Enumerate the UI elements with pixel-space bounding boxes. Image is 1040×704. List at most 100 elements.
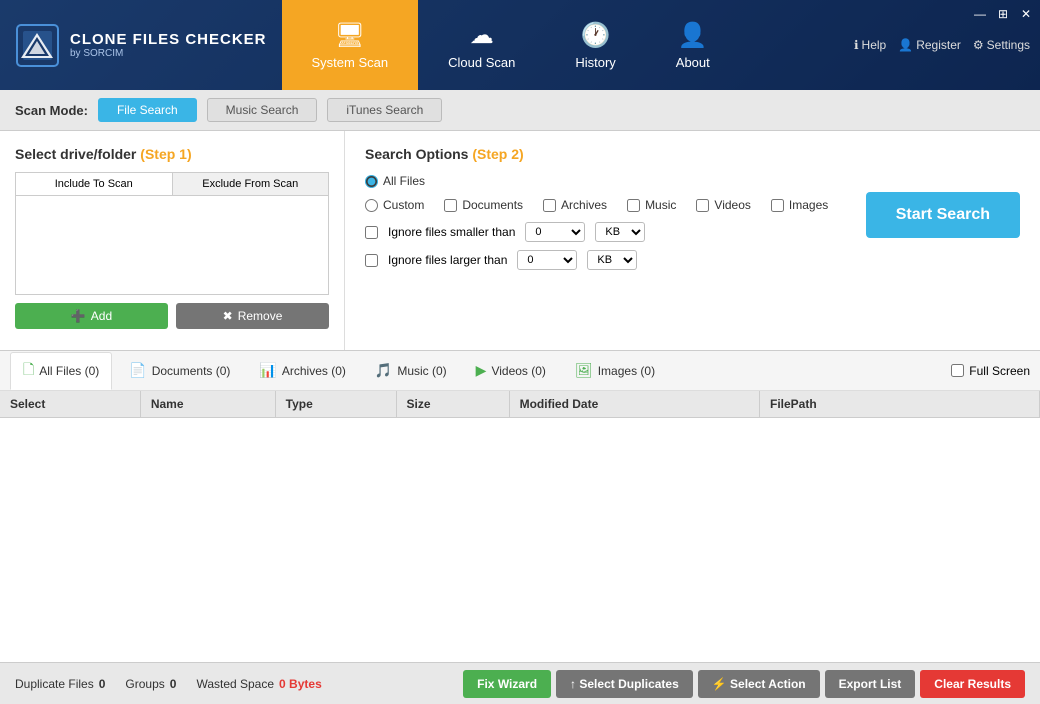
register-label: Register — [916, 38, 961, 52]
all-files-radio[interactable] — [365, 175, 378, 188]
custom-radio[interactable] — [365, 199, 378, 212]
result-tab-images[interactable]: 🖼 Images (0) — [563, 356, 667, 385]
nav-tabs: 🖥 System Scan ☁ Cloud Scan 🕐 History 👤 A… — [282, 0, 854, 90]
col-modified: Modified Date — [509, 391, 759, 418]
select-action-button[interactable]: ⚡ Select Action — [698, 670, 820, 698]
result-tab-archives-label: Archives (0) — [282, 364, 346, 378]
filter-larger-checkbox[interactable] — [365, 254, 378, 267]
register-link[interactable]: 👤 Register — [898, 38, 961, 52]
nav-tab-cloud-scan[interactable]: ☁ Cloud Scan — [418, 0, 545, 90]
scan-mode-tab-music-search[interactable]: Music Search — [207, 98, 318, 122]
custom-radio-label[interactable]: Custom — [365, 198, 424, 212]
results-area: Select Name Type Size Modified Date File… — [0, 391, 1040, 662]
images-checkbox[interactable] — [771, 199, 784, 212]
select-duplicates-button[interactable]: ↑ Select Duplicates — [556, 670, 693, 698]
settings-link[interactable]: ⚙ Settings — [973, 38, 1030, 52]
all-files-row: All Files — [365, 174, 1020, 188]
left-panel-title: Select drive/folder (Step 1) — [15, 146, 329, 162]
nav-tab-system-scan[interactable]: 🖥 System Scan — [282, 0, 419, 90]
scan-mode-tab-itunes-search[interactable]: iTunes Search — [327, 98, 442, 122]
fix-wizard-button[interactable]: Fix Wizard — [463, 670, 551, 698]
remove-button[interactable]: ✖ Remove — [176, 303, 329, 329]
filter-smaller-checkbox[interactable] — [365, 226, 378, 239]
filter-smaller-label: Ignore files smaller than — [388, 225, 515, 239]
search-options-step: (Step 2) — [472, 146, 523, 162]
result-tab-documents[interactable]: 📄 Documents (0) — [117, 356, 242, 385]
system-scan-icon: 🖥 — [335, 21, 365, 50]
archives-check-label[interactable]: Archives — [543, 198, 607, 212]
cloud-scan-icon: ☁ — [470, 21, 494, 50]
include-tab[interactable]: Include To Scan — [16, 173, 173, 195]
scan-mode-tab-file-search[interactable]: File Search — [98, 98, 197, 122]
result-tab-music-label: Music (0) — [397, 364, 446, 378]
top-right-actions: ℹ Help 👤 Register ⚙ Settings — [854, 38, 1040, 52]
export-list-button[interactable]: Export List — [825, 670, 916, 698]
filter-larger-row: Ignore files larger than 0110100 KBMBGB — [365, 250, 645, 270]
documents-check-label[interactable]: Documents — [444, 198, 523, 212]
videos-label: Videos — [714, 198, 750, 212]
groups-value: 0 — [170, 677, 177, 691]
custom-label: Custom — [383, 198, 424, 212]
minimize-button[interactable]: — — [971, 5, 989, 23]
add-button[interactable]: ➕ Add — [15, 303, 168, 329]
logo-area: CLONE FILES CHECKER by SORCIM — [0, 23, 282, 68]
groups-label: Groups — [125, 677, 164, 691]
add-icon: ➕ — [71, 309, 86, 323]
search-options-title: Search Options (Step 2) — [365, 146, 1020, 162]
col-name: Name — [140, 391, 275, 418]
status-buttons: Fix Wizard ↑ Select Duplicates ⚡ Select … — [463, 670, 1025, 698]
scan-mode-bar: Scan Mode: File Search Music Search iTun… — [0, 90, 1040, 131]
exclude-tab[interactable]: Exclude From Scan — [173, 173, 329, 195]
start-search-button[interactable]: Start Search — [866, 192, 1020, 238]
results-table: Select Name Type Size Modified Date File… — [0, 391, 1040, 418]
documents-label: Documents — [462, 198, 523, 212]
nav-tab-about[interactable]: 👤 About — [646, 0, 740, 90]
maximize-button[interactable]: ⊞ — [994, 5, 1012, 23]
documents-checkbox[interactable] — [444, 199, 457, 212]
archives-checkbox[interactable] — [543, 199, 556, 212]
register-icon: 👤 — [898, 38, 913, 52]
folder-tabs: Include To Scan Exclude From Scan — [15, 172, 329, 195]
result-tab-images-label: Images (0) — [598, 364, 655, 378]
result-tab-archives[interactable]: 📊 Archives (0) — [247, 356, 357, 385]
images-check-label[interactable]: Images — [771, 198, 828, 212]
all-files-label: All Files — [383, 174, 425, 188]
duplicate-files-label: Duplicate Files — [15, 677, 94, 691]
music-label: Music — [645, 198, 676, 212]
videos-check-label[interactable]: Videos — [696, 198, 750, 212]
videos-checkbox[interactable] — [696, 199, 709, 212]
result-tab-videos[interactable]: ▶ Videos (0) — [464, 356, 558, 385]
music-check-label[interactable]: Music — [627, 198, 676, 212]
result-tab-all-files[interactable]: 🗋 All Files (0) — [10, 352, 112, 390]
status-bar: Duplicate Files 0 Groups 0 Wasted Space … — [0, 662, 1040, 704]
wasted-space-stat: Wasted Space 0 Bytes — [196, 677, 321, 691]
documents-tab-icon: 📄 — [129, 362, 146, 379]
filter-larger-label: Ignore files larger than — [388, 253, 507, 267]
archives-tab-icon: 📊 — [259, 362, 276, 379]
scan-mode-label: Scan Mode: — [15, 103, 88, 118]
filter-larger-unit[interactable]: KBMBGB — [587, 250, 637, 270]
filter-smaller-value[interactable]: 0110100 — [525, 222, 585, 242]
history-icon: 🕐 — [581, 21, 611, 50]
filter-smaller-row: Ignore files smaller than 0110100 KBMBGB — [365, 222, 645, 242]
fullscreen-label: Full Screen — [969, 364, 1030, 378]
videos-tab-icon: ▶ — [476, 362, 487, 379]
nav-tab-history[interactable]: 🕐 History — [545, 0, 645, 90]
help-link[interactable]: ℹ Help — [854, 38, 886, 52]
filter-larger-value[interactable]: 0110100 — [517, 250, 577, 270]
close-button[interactable]: ✕ — [1017, 5, 1035, 23]
result-tab-music[interactable]: 🎵 Music (0) — [363, 356, 459, 385]
app-subtitle: by SORCIM — [70, 48, 267, 59]
results-table-container: Select Name Type Size Modified Date File… — [0, 391, 1040, 662]
filter-smaller-unit[interactable]: KBMBGB — [595, 222, 645, 242]
all-files-radio-label[interactable]: All Files — [365, 174, 425, 188]
clear-results-button[interactable]: Clear Results — [920, 670, 1025, 698]
nav-tab-history-label: History — [575, 55, 615, 70]
right-panel: Search Options (Step 2) All Files Custom… — [345, 131, 1040, 350]
fullscreen-checkbox[interactable] — [951, 364, 964, 377]
archives-label: Archives — [561, 198, 607, 212]
music-checkbox[interactable] — [627, 199, 640, 212]
col-select: Select — [0, 391, 140, 418]
folder-actions: ➕ Add ✖ Remove — [15, 303, 329, 329]
nav-tab-system-scan-label: System Scan — [312, 55, 389, 70]
